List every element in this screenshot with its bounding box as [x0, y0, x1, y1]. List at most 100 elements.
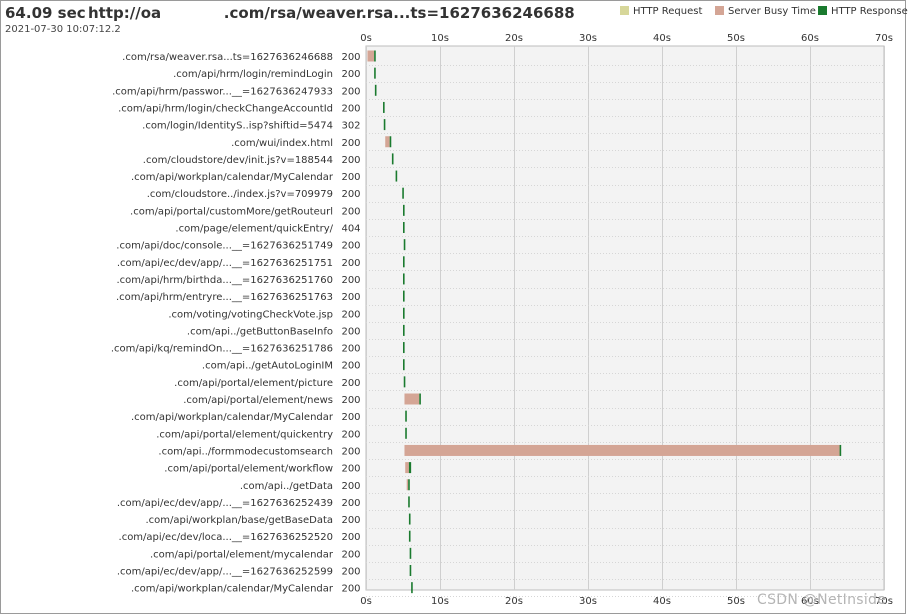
status-code: 302: [341, 121, 360, 132]
request-row: .com/api/doc/console...__=1627636251749 2…: [116, 239, 406, 252]
status-code: 200: [341, 138, 360, 149]
x-tick-label-bottom: 0s: [360, 596, 372, 607]
http-response-bar: [409, 547, 412, 559]
x-tick-label-top: 0s: [360, 33, 372, 44]
status-code: 200: [341, 412, 360, 423]
request-row: .com/api/hrm/login/checkChangeAccountId 2…: [118, 101, 385, 114]
http-response-bar: [403, 273, 405, 285]
http-response-bar: [383, 101, 385, 113]
status-code: 200: [341, 103, 360, 114]
request-url-label: .com/api/hrm/birthda...__=1627636251760: [116, 275, 333, 286]
status-code: 200: [341, 189, 360, 200]
x-tick-label-top: 60s: [801, 33, 819, 44]
http-response-bar: [408, 513, 411, 525]
x-tick-label-bottom: 30s: [579, 596, 597, 607]
request-url-label: .com/api/workplan/base/getBaseData: [145, 515, 333, 526]
status-code: 200: [341, 241, 360, 252]
request-row: .com/api/portal/customMore/getRouteurl 20…: [130, 204, 405, 217]
request-url-label: .com/api../formmodecustomsearch: [158, 446, 333, 457]
server-busy-bar: [404, 444, 840, 456]
x-tick-label-bottom: 10s: [431, 596, 449, 607]
http-response-bar: [403, 307, 405, 319]
request-url-label: .com/api../getButtonBaseInfo: [187, 326, 333, 337]
status-code: 200: [341, 258, 360, 269]
request-url-label: .com/api/ec/dev/loca...__=1627636252520: [119, 532, 333, 543]
http-response-bar: [839, 444, 842, 456]
grid: [365, 45, 885, 597]
request-url-label: .com/wui/index.html: [231, 138, 333, 149]
http-response-bar: [408, 479, 410, 491]
http-response-bar: [403, 359, 405, 371]
request-url-label: .com/api/ec/dev/app/...__=1627636251751: [117, 258, 333, 269]
watermark: CSDN @NetInside: [757, 592, 887, 608]
status-code: 200: [341, 429, 360, 440]
status-code: 200: [341, 567, 360, 578]
request-url-label: .com/api../getAutoLoginIM: [202, 361, 333, 372]
http-response-bar: [408, 462, 412, 474]
request-row: .com/api/hrm/login/remindLogin 200: [173, 67, 376, 80]
x-axis-top: 0s 10s 20s 30s 40s 50s 60s 70s: [360, 33, 893, 44]
http-response-bar: [374, 50, 376, 62]
plot-area: [365, 45, 885, 591]
status-code: 200: [341, 172, 360, 183]
request-url-label: .com/voting/votingCheckVote.jsp: [168, 309, 333, 320]
status-code: 200: [341, 481, 360, 492]
http-response-bar: [408, 496, 410, 508]
request-url-label: .com/api/portal/element/picture: [174, 378, 333, 389]
http-response-bar: [389, 136, 392, 148]
server-busy-bar: [404, 393, 420, 405]
x-tick-label-top: 40s: [653, 33, 671, 44]
request-url-label: .com/api/portal/customMore/getRouteurl: [130, 206, 333, 217]
request-url-label: .com/api../getData: [240, 481, 333, 492]
status-code: 200: [341, 52, 360, 63]
http-response-bar: [405, 427, 407, 439]
request-url-label: .com/api/hrm/passwor...__=1627636247933: [112, 86, 333, 97]
http-response-bar: [403, 342, 405, 354]
status-code: 200: [341, 532, 360, 543]
status-code: 200: [341, 309, 360, 320]
status-code: 200: [341, 361, 360, 372]
http-response-bar: [374, 84, 377, 96]
status-code: 200: [341, 584, 360, 595]
http-response-bar: [383, 119, 386, 131]
request-url-label: .com/api/hrm/login/remindLogin: [173, 69, 333, 80]
http-response-bar: [411, 582, 413, 594]
request-row: .com/rsa/weaver.rsa...ts=1627636246688 20…: [122, 50, 376, 63]
x-tick-label-top: 70s: [875, 33, 893, 44]
request-url-label: .com/api/workplan/calendar/MyCalendar: [131, 584, 334, 595]
request-row: .com/cloudstore/dev/init.js?v=188544 200: [143, 153, 394, 166]
status-code: 200: [341, 326, 360, 337]
request-url-label: .com/api/hrm/entryre...__=1627636251763: [116, 292, 333, 303]
http-response-bar: [403, 376, 406, 388]
x-tick-label-top: 10s: [431, 33, 449, 44]
request-url-label: .com/api/portal/element/mycalendar: [150, 549, 334, 560]
request-url-label: .com/api/kq/remindOn...__=1627636251786: [111, 344, 333, 355]
http-response-bar: [409, 565, 412, 576]
http-response-bar: [403, 256, 405, 268]
status-code: 200: [341, 395, 360, 406]
request-row: .com/api/hrm/birthda...__=1627636251760 2…: [116, 273, 405, 286]
request-row: .com/api/hrm/entryre...__=1627636251763 2…: [116, 290, 405, 303]
http-response-bar: [403, 324, 405, 336]
http-response-bar: [374, 67, 376, 79]
http-response-bar: [419, 393, 421, 405]
status-code: 200: [341, 86, 360, 97]
status-code: 200: [341, 378, 360, 389]
status-code: 200: [341, 464, 360, 475]
status-code: 200: [341, 69, 360, 80]
http-response-bar: [391, 153, 394, 165]
request-row: .com/api/kq/remindOn...__=1627636251786 2…: [111, 342, 405, 355]
http-response-bar: [402, 187, 404, 199]
x-tick-label-top: 20s: [505, 33, 523, 44]
x-tick-label-top: 30s: [579, 33, 597, 44]
request-row: .com/api/workplan/calendar/MyCalendar 200: [131, 410, 407, 423]
request-url-label: .com/api/workplan/calendar/MyCalendar: [131, 412, 334, 423]
server-busy-bar: [406, 479, 409, 491]
waterfall-chart: 0s 10s 20s 30s 40s 50s 60s 70s 0s 10s 20s 30s 40s 50…: [111, 33, 893, 607]
status-code: 200: [341, 344, 360, 355]
x-tick-label-bottom: 20s: [505, 596, 523, 607]
status-code: 200: [341, 206, 360, 217]
status-code: 200: [341, 549, 360, 560]
request-url-label: .com/login/IdentityS..isp?shiftid=5474: [142, 121, 333, 132]
status-code: 200: [341, 498, 360, 509]
